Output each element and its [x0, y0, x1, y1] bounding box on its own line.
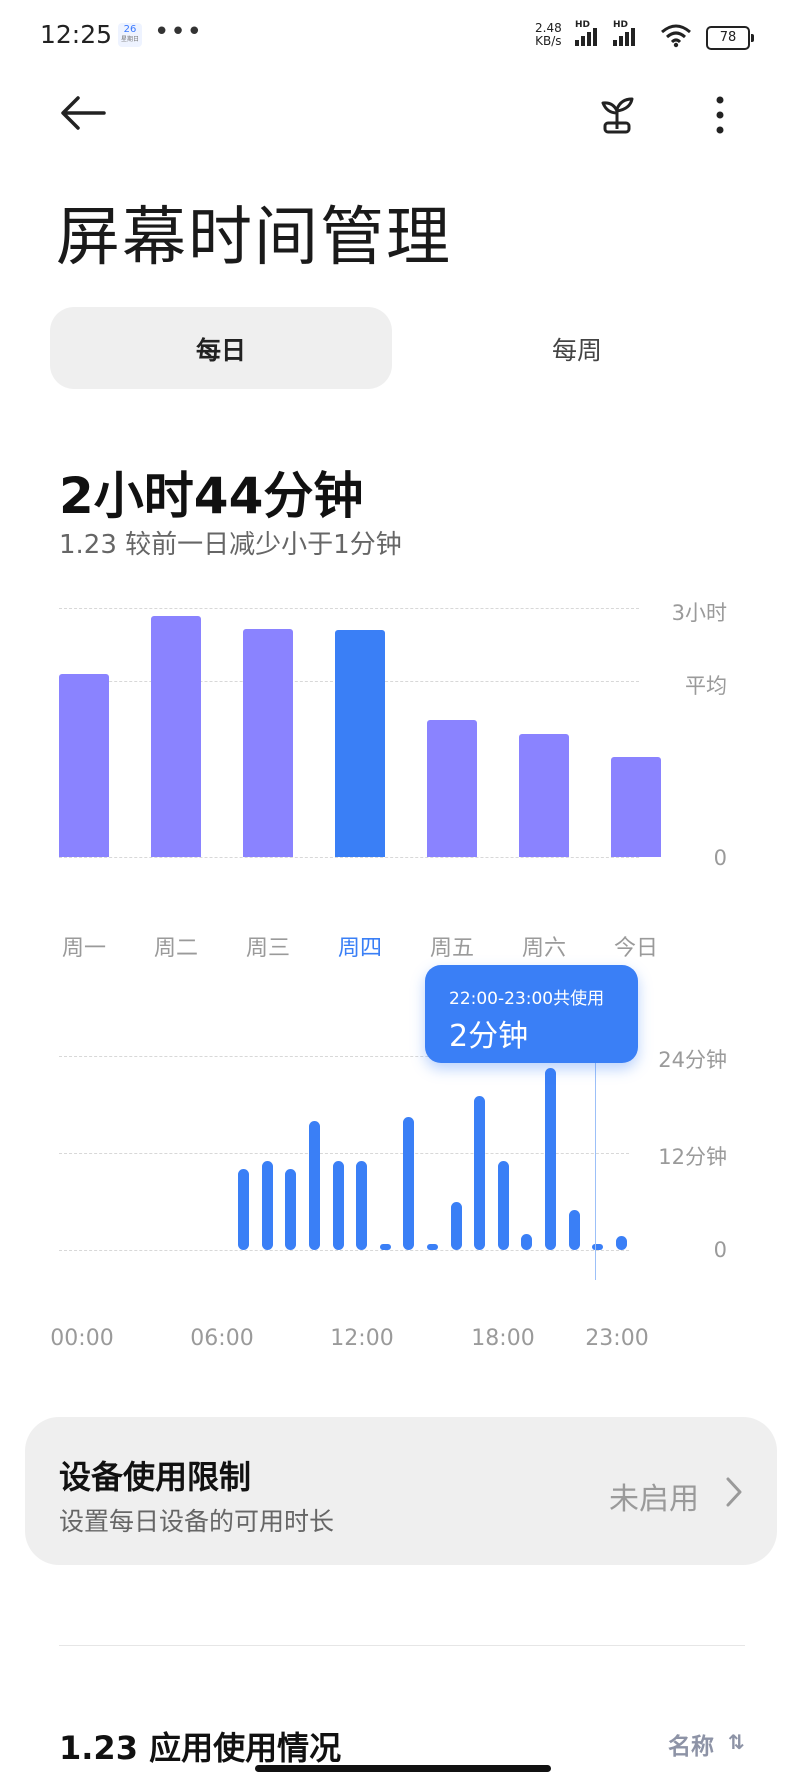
hourly-bar[interactable]	[356, 1161, 368, 1250]
weekly-bar[interactable]	[611, 757, 661, 857]
weekly-bar[interactable]	[59, 674, 109, 857]
sort-by-name-button[interactable]: 名称	[668, 1727, 714, 1761]
sort-icon[interactable]: ⇅	[728, 1730, 745, 1754]
battery-indicator: 78	[706, 26, 754, 50]
hd-label-1: HD	[575, 20, 591, 30]
hourly-y-label-zero: 0	[713, 1238, 727, 1262]
signal-2-icon: HD	[613, 20, 643, 46]
device-limit-status: 未启用	[609, 1482, 699, 1517]
weekly-bar[interactable]	[151, 616, 201, 857]
app-usage-title: 1.23 应用使用情况	[59, 1729, 342, 1767]
chevron-right-icon	[726, 1477, 742, 1507]
grid-line-zero	[59, 857, 639, 858]
weekly-day-label: 周五	[429, 936, 474, 961]
net-speed: 2.48 KB/s	[535, 22, 562, 48]
hourly-x-label: 23:00	[585, 1326, 649, 1351]
hourly-y-label-mid: 12分钟	[658, 1145, 727, 1169]
tooltip-pointer-line	[595, 1062, 596, 1280]
hd-label-2: HD	[613, 20, 629, 30]
tab-weekly[interactable]: 每周	[406, 331, 748, 367]
hourly-bar[interactable]	[427, 1244, 438, 1250]
weekly-day-label: 周六	[521, 936, 566, 961]
hourly-x-label: 18:00	[471, 1326, 535, 1351]
hourly-tooltip: 22:00-23:00共使用 2分钟	[425, 965, 638, 1063]
more-vertical-icon[interactable]	[715, 95, 725, 135]
hourly-bar[interactable]	[403, 1116, 415, 1250]
hourly-bar[interactable]	[592, 1244, 604, 1250]
hourly-bar[interactable]	[474, 1096, 486, 1250]
weekly-bar[interactable]	[427, 720, 477, 857]
weekly-day-label: 周三	[245, 936, 290, 961]
tooltip-value: 2分钟	[449, 1019, 529, 1054]
wifi-icon	[661, 24, 691, 48]
section-divider	[59, 1645, 745, 1646]
weekly-day-label: 周二	[153, 936, 198, 961]
hourly-bar[interactable]	[261, 1161, 273, 1250]
sprout-icon[interactable]	[597, 95, 637, 135]
hourly-bar[interactable]	[332, 1161, 344, 1250]
hourly-bar[interactable]	[309, 1120, 320, 1250]
calendar-day: 26	[123, 24, 137, 35]
tooltip-range: 22:00-23:00共使用	[449, 989, 605, 1009]
grid-line-max	[59, 608, 639, 609]
hourly-bar[interactable]	[238, 1169, 250, 1250]
calendar-sub: 星期日	[120, 36, 139, 43]
device-limit-title: 设备使用限制	[59, 1458, 252, 1496]
hourly-bar[interactable]	[285, 1169, 297, 1250]
weekly-bar[interactable]	[243, 628, 293, 857]
y-label-average: 平均	[685, 674, 727, 698]
hourly-x-label: 06:00	[190, 1326, 254, 1351]
hourly-y-label-max: 24分钟	[658, 1048, 727, 1072]
hourly-grid-mid	[59, 1153, 629, 1154]
hourly-bar[interactable]	[568, 1209, 580, 1250]
tab-daily[interactable]: 每日	[50, 331, 392, 367]
hourly-bar[interactable]	[379, 1244, 391, 1250]
hourly-x-label: 12:00	[330, 1326, 394, 1351]
weekly-day-label: 周四	[337, 936, 382, 961]
page-title: 屏幕时间管理	[56, 201, 452, 275]
status-more-dots: •••	[154, 17, 204, 47]
weekly-day-label: 今日	[613, 936, 658, 961]
signal-1-icon: HD	[575, 20, 605, 46]
back-arrow-icon[interactable]	[60, 95, 106, 131]
total-usage: 2小时44分钟	[59, 467, 364, 525]
status-time: 12:25	[40, 20, 113, 49]
hourly-bar[interactable]	[545, 1068, 556, 1250]
weekly-day-label: 周一	[61, 936, 106, 961]
weekly-bar[interactable]	[519, 734, 569, 857]
net-speed-unit: KB/s	[535, 34, 562, 48]
hourly-bar[interactable]	[521, 1233, 533, 1250]
weekly-bar[interactable]	[335, 630, 385, 857]
hourly-grid-zero	[59, 1250, 629, 1251]
y-label-max: 3小时	[671, 601, 727, 625]
usage-comparison: 1.23 较前一日减少小于1分钟	[59, 530, 402, 560]
home-indicator	[255, 1765, 551, 1772]
calendar-icon: 26 星期日	[118, 23, 142, 47]
hourly-bar[interactable]	[497, 1161, 509, 1250]
device-limit-subtitle: 设置每日设备的可用时长	[59, 1507, 335, 1536]
hourly-x-label: 00:00	[50, 1326, 114, 1351]
hourly-bar[interactable]	[615, 1236, 627, 1250]
hourly-bar[interactable]	[450, 1201, 462, 1250]
